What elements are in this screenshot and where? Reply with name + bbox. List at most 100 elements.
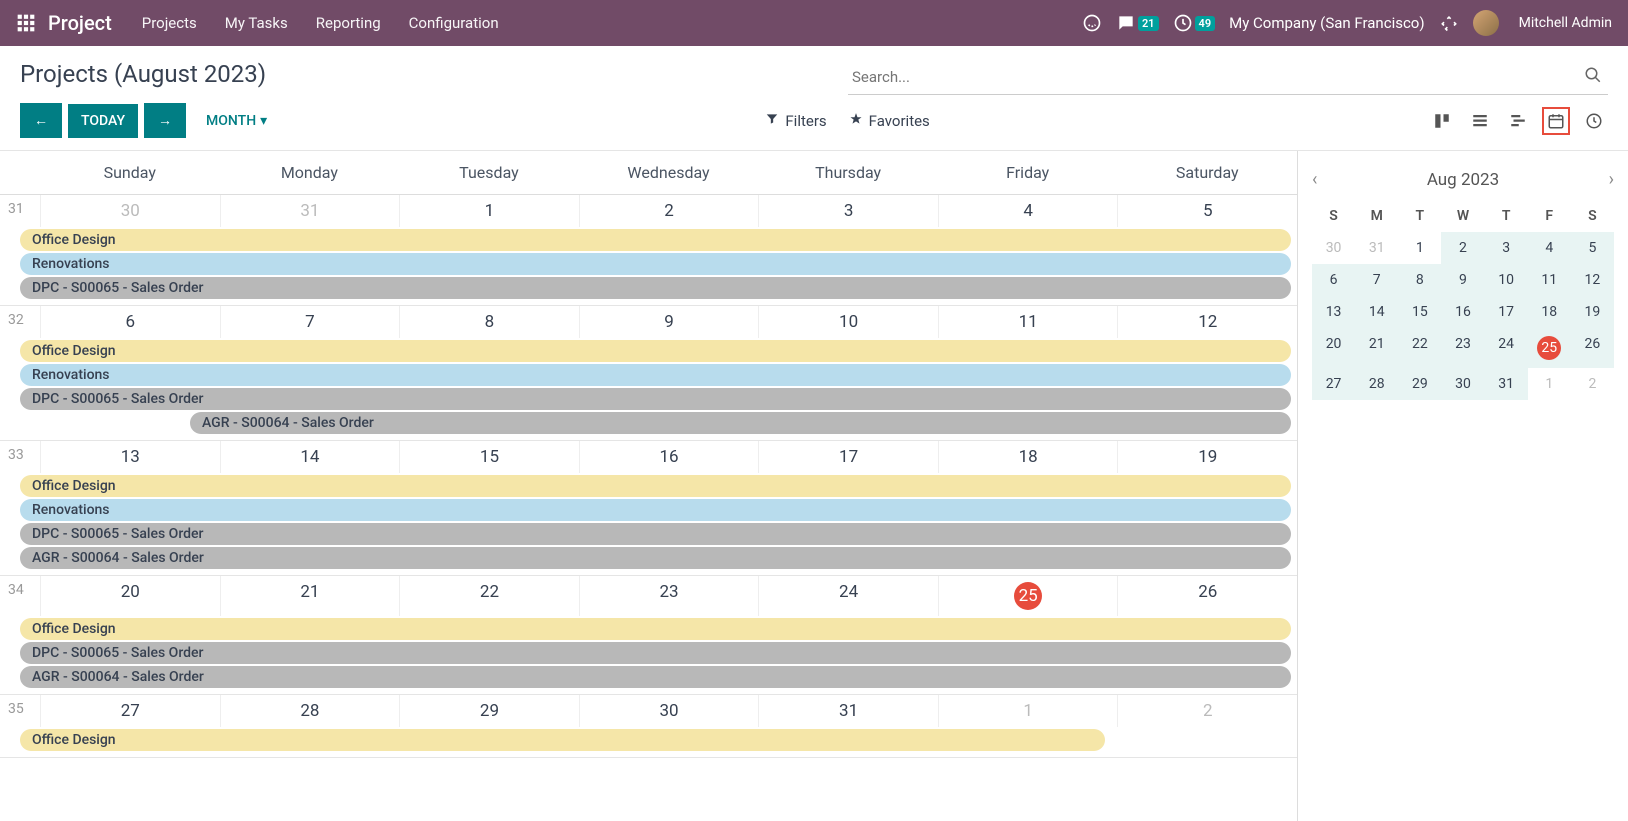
event-bar[interactable]: AGR - S00064 - Sales Order xyxy=(190,412,1291,434)
today-button[interactable]: TODAY xyxy=(68,104,138,138)
kanban-view-icon[interactable] xyxy=(1428,107,1456,135)
mini-day[interactable]: 23 xyxy=(1441,328,1484,368)
day-cell[interactable]: 4 xyxy=(938,195,1118,227)
event-bar[interactable]: Renovations xyxy=(20,499,1291,521)
search-icon[interactable] xyxy=(1584,66,1602,88)
prev-button[interactable]: ← xyxy=(20,103,62,138)
mini-day[interactable]: 7 xyxy=(1355,264,1398,296)
event-bar[interactable]: Office Design xyxy=(20,229,1291,251)
list-view-icon[interactable] xyxy=(1466,107,1494,135)
mini-day[interactable]: 3 xyxy=(1485,232,1528,264)
mini-day[interactable]: 1 xyxy=(1398,232,1441,264)
mini-day[interactable]: 16 xyxy=(1441,296,1484,328)
app-brand[interactable]: Project xyxy=(48,11,112,35)
mini-day[interactable]: 15 xyxy=(1398,296,1441,328)
mini-day[interactable]: 4 xyxy=(1528,232,1571,264)
day-cell[interactable]: 31 xyxy=(758,695,938,727)
day-cell[interactable]: 17 xyxy=(758,441,938,473)
mini-next-icon[interactable]: › xyxy=(1609,169,1614,190)
mini-day[interactable]: 31 xyxy=(1485,368,1528,400)
day-cell[interactable]: 2 xyxy=(579,195,759,227)
apps-icon[interactable] xyxy=(16,13,36,33)
nav-reporting[interactable]: Reporting xyxy=(316,14,381,32)
day-cell[interactable]: 12 xyxy=(1117,306,1297,338)
mini-day[interactable]: 27 xyxy=(1312,368,1355,400)
event-bar[interactable]: AGR - S00064 - Sales Order xyxy=(20,547,1291,569)
day-cell[interactable]: 22 xyxy=(399,576,579,616)
mini-day[interactable]: 1 xyxy=(1528,368,1571,400)
mini-day[interactable]: 28 xyxy=(1355,368,1398,400)
mini-day[interactable]: 22 xyxy=(1398,328,1441,368)
day-cell[interactable]: 18 xyxy=(938,441,1118,473)
day-cell[interactable]: 15 xyxy=(399,441,579,473)
mini-day[interactable]: 2 xyxy=(1571,368,1614,400)
day-cell[interactable]: 14 xyxy=(220,441,400,473)
day-cell[interactable]: 29 xyxy=(399,695,579,727)
event-bar[interactable]: Office Design xyxy=(20,618,1291,640)
mini-day[interactable]: 17 xyxy=(1485,296,1528,328)
day-cell[interactable]: 26 xyxy=(1117,576,1297,616)
event-bar[interactable]: Renovations xyxy=(20,364,1291,386)
day-cell[interactable]: 27 xyxy=(40,695,220,727)
mini-day[interactable]: 8 xyxy=(1398,264,1441,296)
event-bar[interactable]: DPC - S00065 - Sales Order xyxy=(20,388,1291,410)
mini-day[interactable]: 30 xyxy=(1312,232,1355,264)
mini-day[interactable]: 24 xyxy=(1485,328,1528,368)
activity-view-icon[interactable] xyxy=(1580,107,1608,135)
day-cell[interactable]: 3 xyxy=(758,195,938,227)
mini-day[interactable]: 31 xyxy=(1355,232,1398,264)
mini-day[interactable]: 13 xyxy=(1312,296,1355,328)
support-icon[interactable] xyxy=(1082,13,1102,33)
filters-button[interactable]: Filters xyxy=(765,112,826,130)
event-bar[interactable]: Office Design xyxy=(20,475,1291,497)
nav-my-tasks[interactable]: My Tasks xyxy=(225,14,288,32)
day-cell[interactable]: 1 xyxy=(399,195,579,227)
mini-day[interactable]: 21 xyxy=(1355,328,1398,368)
search-input[interactable] xyxy=(848,60,1608,95)
avatar[interactable] xyxy=(1473,10,1499,36)
day-cell[interactable]: 30 xyxy=(40,195,220,227)
company-selector[interactable]: My Company (San Francisco) xyxy=(1229,14,1424,32)
event-bar[interactable]: DPC - S00065 - Sales Order xyxy=(20,523,1291,545)
day-cell[interactable]: 24 xyxy=(758,576,938,616)
nav-projects[interactable]: Projects xyxy=(142,14,197,32)
activities-icon[interactable]: 49 xyxy=(1173,13,1216,33)
gantt-view-icon[interactable] xyxy=(1504,107,1532,135)
day-cell[interactable]: 7 xyxy=(220,306,400,338)
mini-day[interactable]: 5 xyxy=(1571,232,1614,264)
day-cell[interactable]: 10 xyxy=(758,306,938,338)
day-cell[interactable]: 31 xyxy=(220,195,400,227)
day-cell[interactable]: 20 xyxy=(40,576,220,616)
event-bar[interactable]: DPC - S00065 - Sales Order xyxy=(20,277,1291,299)
day-cell[interactable]: 13 xyxy=(40,441,220,473)
day-cell[interactable]: 25 xyxy=(938,576,1118,616)
day-cell[interactable]: 19 xyxy=(1117,441,1297,473)
mini-day[interactable]: 9 xyxy=(1441,264,1484,296)
mini-day[interactable]: 14 xyxy=(1355,296,1398,328)
day-cell[interactable]: 23 xyxy=(579,576,759,616)
day-cell[interactable]: 6 xyxy=(40,306,220,338)
day-cell[interactable]: 28 xyxy=(220,695,400,727)
day-cell[interactable]: 30 xyxy=(579,695,759,727)
mini-prev-icon[interactable]: ‹ xyxy=(1312,169,1317,190)
messages-icon[interactable]: 21 xyxy=(1116,13,1159,33)
day-cell[interactable]: 16 xyxy=(579,441,759,473)
mini-day[interactable]: 19 xyxy=(1571,296,1614,328)
favorites-button[interactable]: Favorites xyxy=(849,112,930,130)
day-cell[interactable]: 21 xyxy=(220,576,400,616)
mini-day[interactable]: 20 xyxy=(1312,328,1355,368)
mini-day[interactable]: 6 xyxy=(1312,264,1355,296)
event-bar[interactable]: Office Design xyxy=(20,729,1105,751)
mini-day[interactable]: 2 xyxy=(1441,232,1484,264)
day-cell[interactable]: 8 xyxy=(399,306,579,338)
mini-day[interactable]: 18 xyxy=(1528,296,1571,328)
day-cell[interactable]: 5 xyxy=(1117,195,1297,227)
mini-day[interactable]: 29 xyxy=(1398,368,1441,400)
day-cell[interactable]: 9 xyxy=(579,306,759,338)
user-name[interactable]: Mitchell Admin xyxy=(1519,15,1612,31)
mini-day[interactable]: 12 xyxy=(1571,264,1614,296)
mini-day[interactable]: 25 xyxy=(1528,328,1571,368)
debug-icon[interactable] xyxy=(1439,13,1459,33)
nav-configuration[interactable]: Configuration xyxy=(409,14,499,32)
scale-selector[interactable]: MONTH ▾ xyxy=(206,113,267,129)
